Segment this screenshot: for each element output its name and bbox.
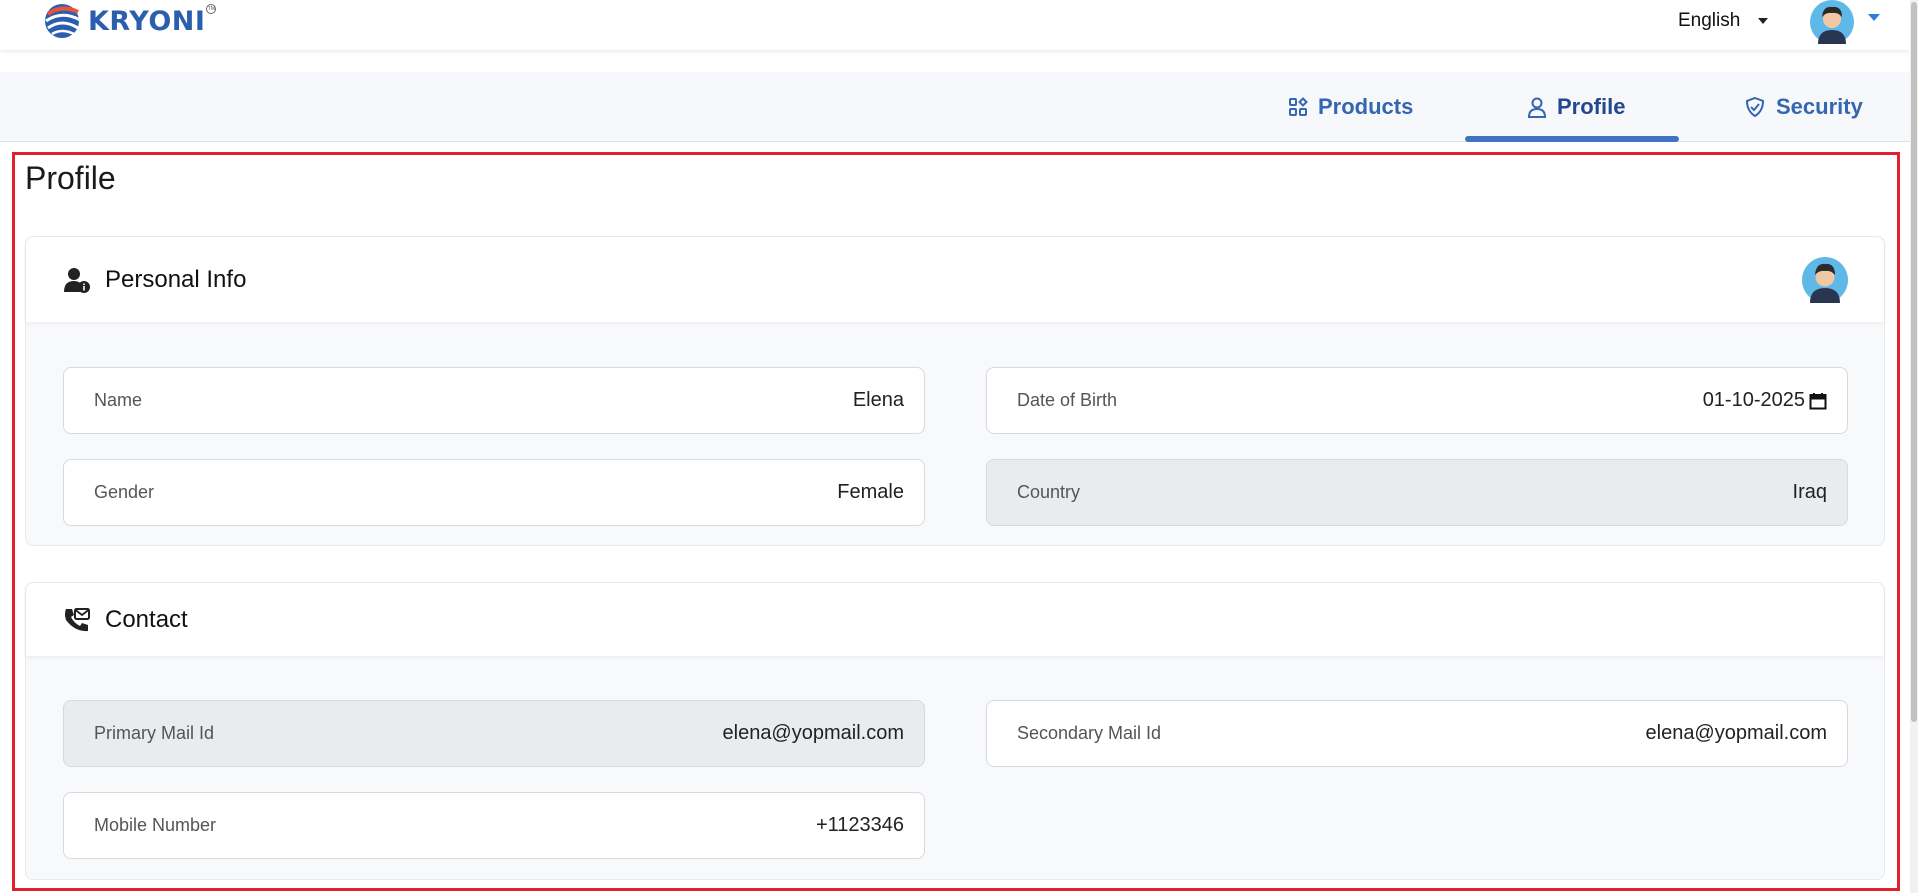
scrollbar-thumb[interactable] xyxy=(1911,2,1917,722)
avatar-icon xyxy=(1802,257,1848,303)
active-tab-indicator xyxy=(1465,136,1679,142)
primary-mail-field: Primary Mail Id elena@yopmail.com xyxy=(63,700,925,767)
mobile-number-label: Mobile Number xyxy=(94,815,217,835)
name-value: Elena xyxy=(852,389,904,411)
tab-bar: Products Profile Security xyxy=(0,72,1910,142)
mobile-number-value: +1123346 xyxy=(815,814,904,836)
tab-products-label: Products xyxy=(1318,94,1414,119)
language-label: English xyxy=(1678,10,1741,31)
contact-card: Contact Primary Mail Id elena@yopmail.co… xyxy=(25,582,1885,880)
tab-profile[interactable]: Profile xyxy=(1527,72,1625,142)
trademark-mark: TM xyxy=(206,4,217,14)
chevron-down-icon xyxy=(1758,18,1769,24)
secondary-mail-field[interactable]: Secondary Mail Id elena@yopmail.com xyxy=(986,700,1848,767)
phone-mail-icon xyxy=(63,607,91,633)
date-of-birth-value: 01-10-2025 xyxy=(1702,389,1805,411)
shield-check-icon xyxy=(1744,96,1766,118)
personal-info-title: Personal Info xyxy=(105,265,247,293)
page-scrollbar[interactable] xyxy=(1910,0,1918,893)
calendar-icon[interactable] xyxy=(1809,392,1827,410)
mobile-number-field[interactable]: Mobile Number +1123346 xyxy=(63,792,925,859)
logo-swirl-icon xyxy=(45,4,81,38)
user-icon xyxy=(1527,96,1547,118)
brand-name: KRYONI xyxy=(88,5,206,37)
secondary-mail-value: elena@yopmail.com xyxy=(1645,722,1828,744)
grid-icon xyxy=(1288,97,1308,117)
top-navbar: KRYONI TM English xyxy=(0,0,1910,50)
chevron-down-icon xyxy=(1868,13,1880,21)
avatar-icon xyxy=(1810,0,1854,44)
country-value: Iraq xyxy=(1792,481,1827,503)
date-of-birth-label: Date of Birth xyxy=(1017,390,1118,410)
primary-mail-label: Primary Mail Id xyxy=(94,723,215,743)
primary-mail-value: elena@yopmail.com xyxy=(722,722,905,744)
gender-value: Female xyxy=(837,481,904,503)
contact-header: Contact xyxy=(26,583,1884,656)
date-of-birth-input[interactable]: 01-10-2025 xyxy=(1703,389,1827,412)
user-menu-toggle[interactable] xyxy=(1810,0,1880,44)
language-selector[interactable]: English xyxy=(1678,10,1769,32)
page-title: Profile xyxy=(25,160,116,196)
personal-info-card: Personal Info Name Elena Date of Birth 0… xyxy=(25,236,1885,546)
gender-field[interactable]: Gender Female xyxy=(63,459,925,526)
personal-info-header: Personal Info xyxy=(26,237,1884,322)
tab-security-label: Security xyxy=(1776,94,1863,119)
country-field: Country Iraq xyxy=(986,459,1848,526)
date-of-birth-field[interactable]: Date of Birth 01-10-2025 xyxy=(986,367,1848,434)
tab-profile-label: Profile xyxy=(1557,94,1626,119)
brand-logo[interactable]: KRYONI TM xyxy=(40,0,217,42)
profile-avatar[interactable] xyxy=(1802,257,1848,308)
gender-label: Gender xyxy=(94,482,155,502)
tab-products[interactable]: Products xyxy=(1288,72,1413,142)
tab-security[interactable]: Security xyxy=(1744,72,1863,142)
contact-title: Contact xyxy=(105,605,188,633)
user-info-icon xyxy=(63,266,91,294)
name-label: Name xyxy=(94,390,143,410)
secondary-mail-label: Secondary Mail Id xyxy=(1017,723,1162,743)
country-label: Country xyxy=(1017,482,1081,502)
name-field[interactable]: Name Elena xyxy=(63,367,925,434)
